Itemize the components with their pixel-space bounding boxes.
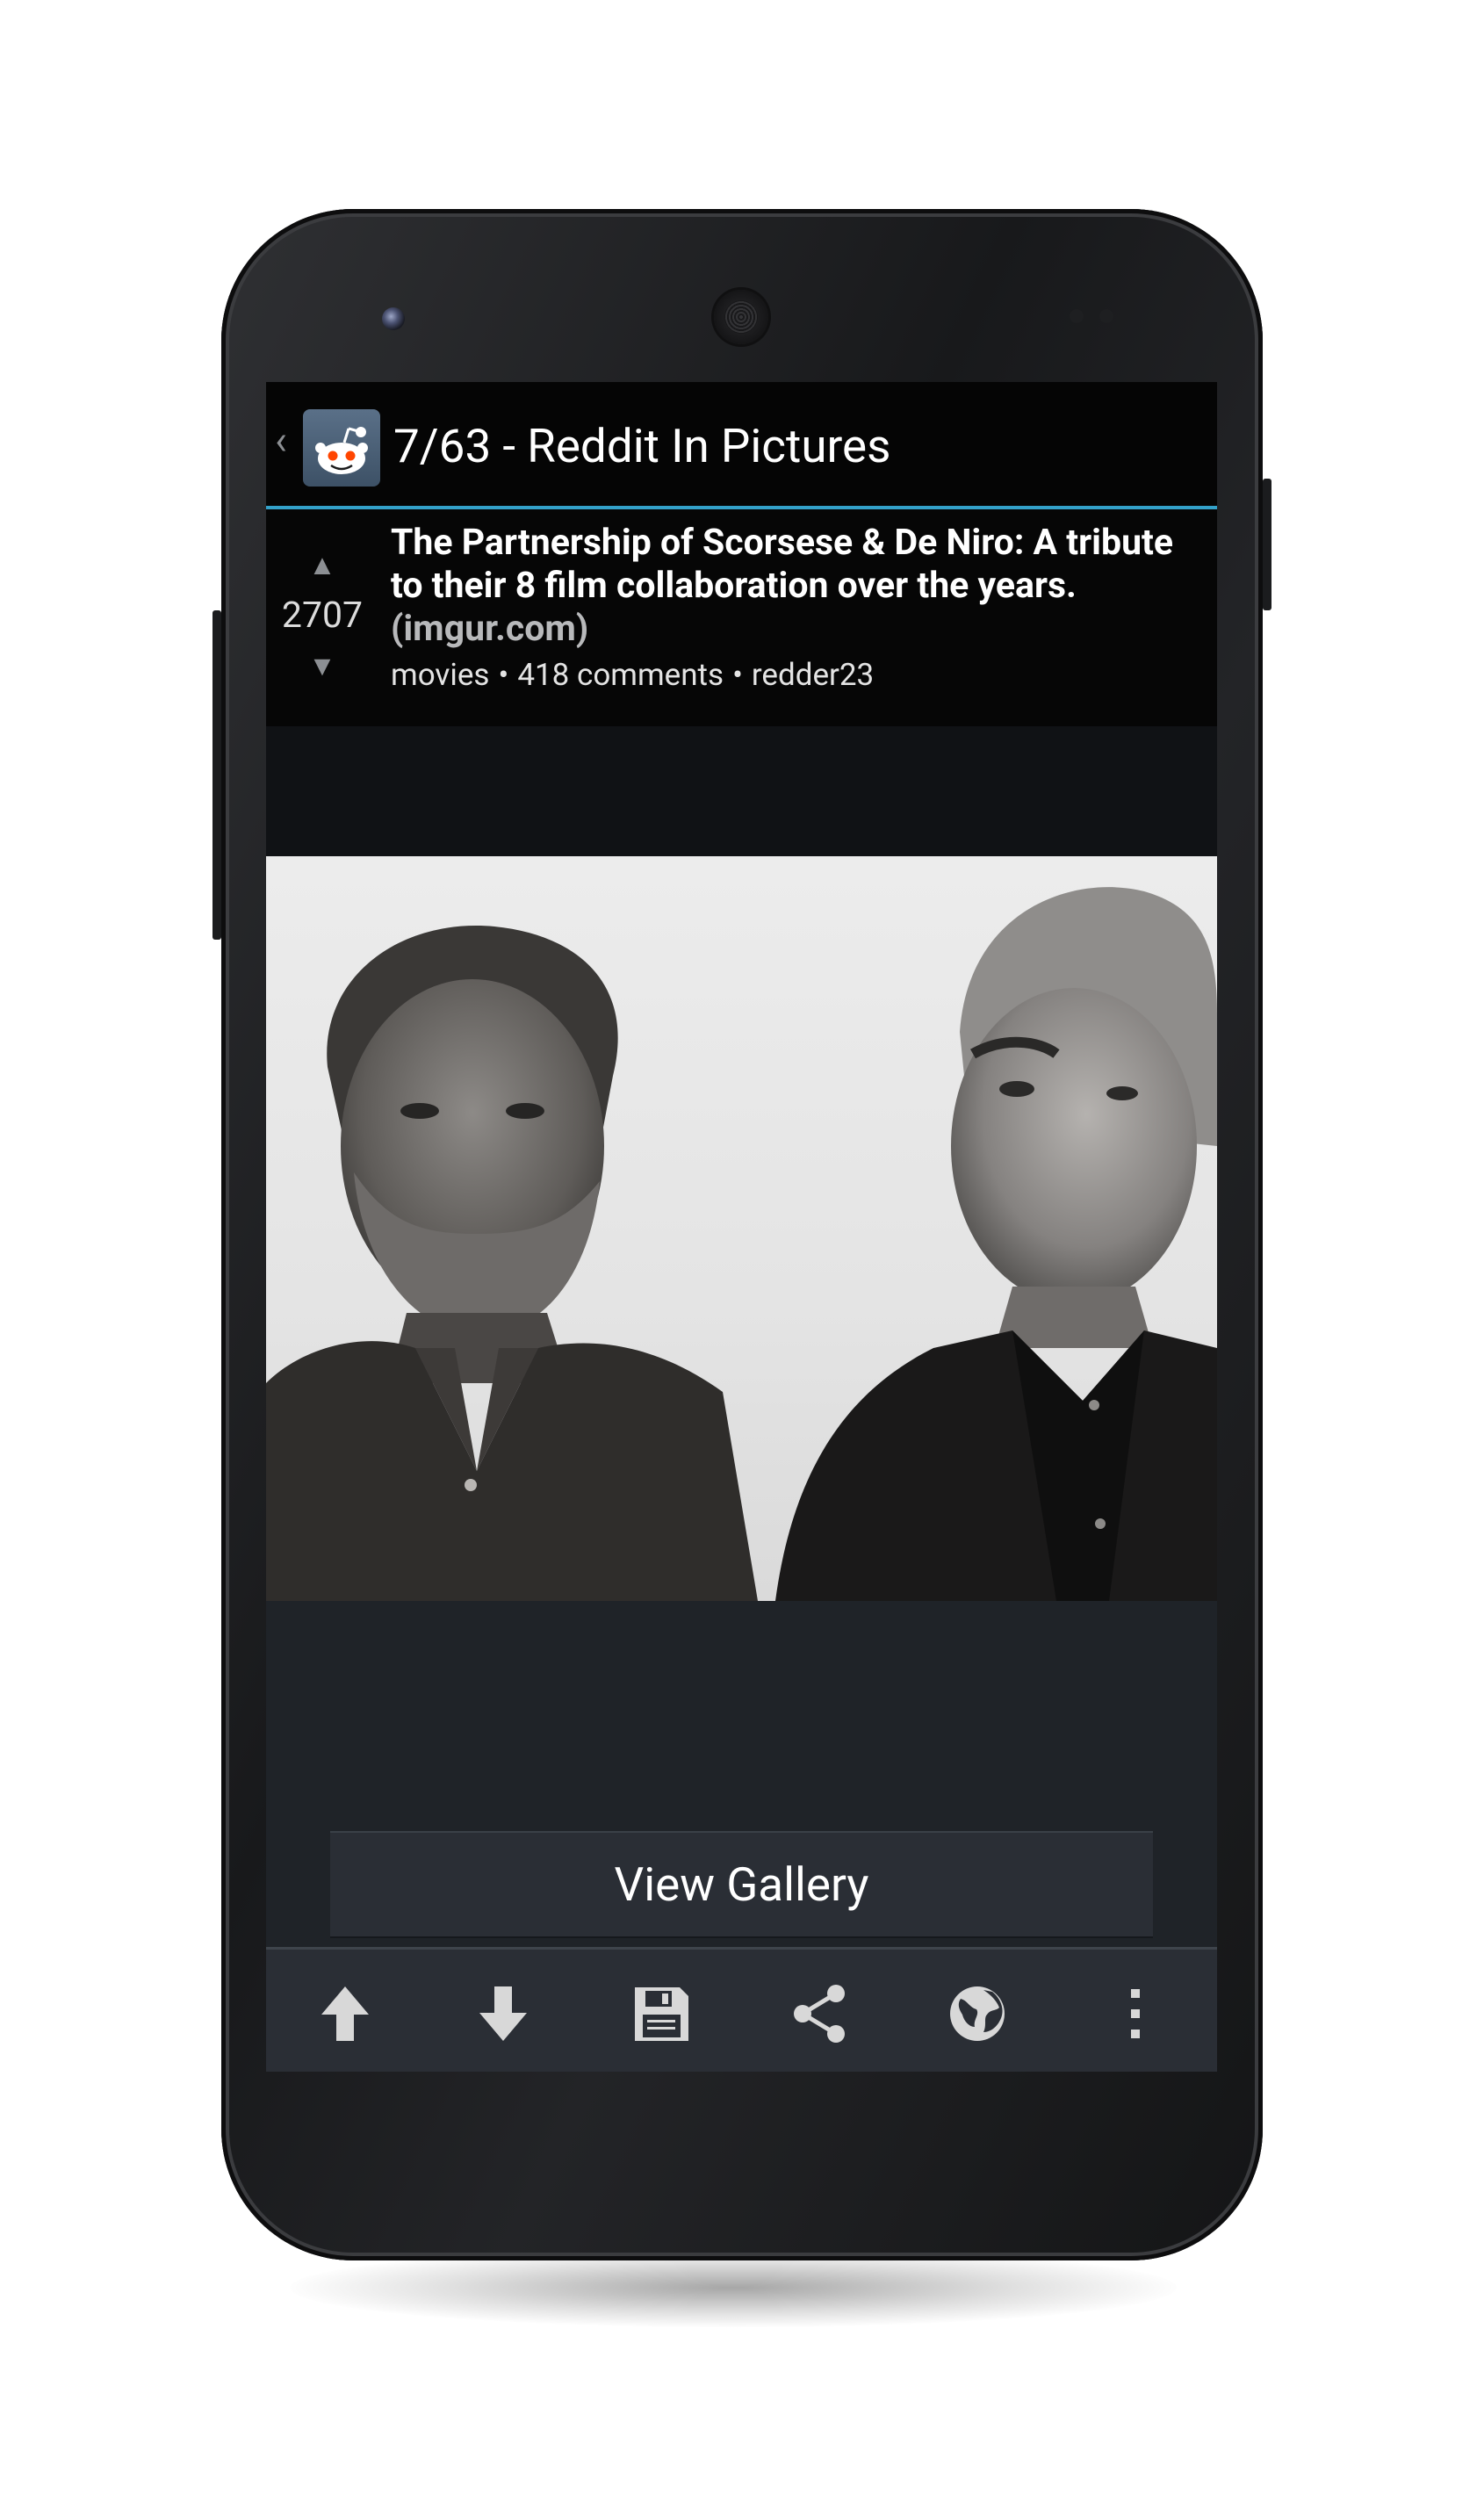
action-bar: ‹ 7/63 - Reddit In Pictures [266, 382, 1217, 509]
light-sensor [1099, 309, 1113, 323]
vote-column: ▲ 2707 ▼ [266, 509, 378, 726]
earpiece-speaker [714, 290, 768, 344]
subreddit-link[interactable]: movies [391, 657, 490, 693]
front-camera [382, 307, 405, 330]
post-domain: (imgur.com) [391, 608, 589, 650]
globe-icon[interactable] [938, 1974, 1017, 2053]
save-floppy-icon[interactable] [622, 1974, 701, 2053]
author-link[interactable]: redder23 [752, 657, 874, 693]
comments-link[interactable]: 418 comments [517, 657, 724, 693]
downvote-icon[interactable]: ▼ [307, 652, 337, 680]
bottom-action-bar [266, 1947, 1217, 2072]
post-image[interactable] [266, 856, 1217, 1601]
arrow-down-icon[interactable] [464, 1974, 543, 2053]
post-title-text: The Partnership of Scorsese & De Niro: A… [391, 522, 1174, 607]
phone-screen: ‹ 7/63 - Reddit In Pictures ▲ 2707 ▼ The… [266, 382, 1217, 2072]
volume-button [213, 610, 221, 940]
post-title[interactable]: The Partnership of Scorsese & De Niro: A… [391, 522, 1199, 651]
power-button [1263, 479, 1271, 610]
post-header: ▲ 2707 ▼ The Partnership of Scorsese & D… [266, 509, 1217, 726]
post-score: 2707 [281, 595, 364, 637]
up-navigation-icon[interactable]: ‹ [275, 421, 287, 461]
image-top-spacer [266, 726, 1217, 856]
proximity-sensor [1070, 309, 1084, 323]
meta-separator: • [732, 657, 743, 693]
page-title: 7/63 - Reddit In Pictures [393, 419, 891, 473]
overflow-menu-icon[interactable] [1096, 1974, 1175, 2053]
upvote-icon[interactable]: ▲ [307, 551, 337, 579]
meta-separator: • [498, 657, 509, 693]
reddit-alien-icon[interactable] [303, 409, 380, 487]
arrow-up-icon[interactable] [306, 1974, 385, 2053]
post-meta: movies • 418 comments • redder23 [391, 657, 874, 693]
view-gallery-button[interactable]: View Gallery [330, 1831, 1153, 1938]
share-icon[interactable] [780, 1974, 859, 2053]
